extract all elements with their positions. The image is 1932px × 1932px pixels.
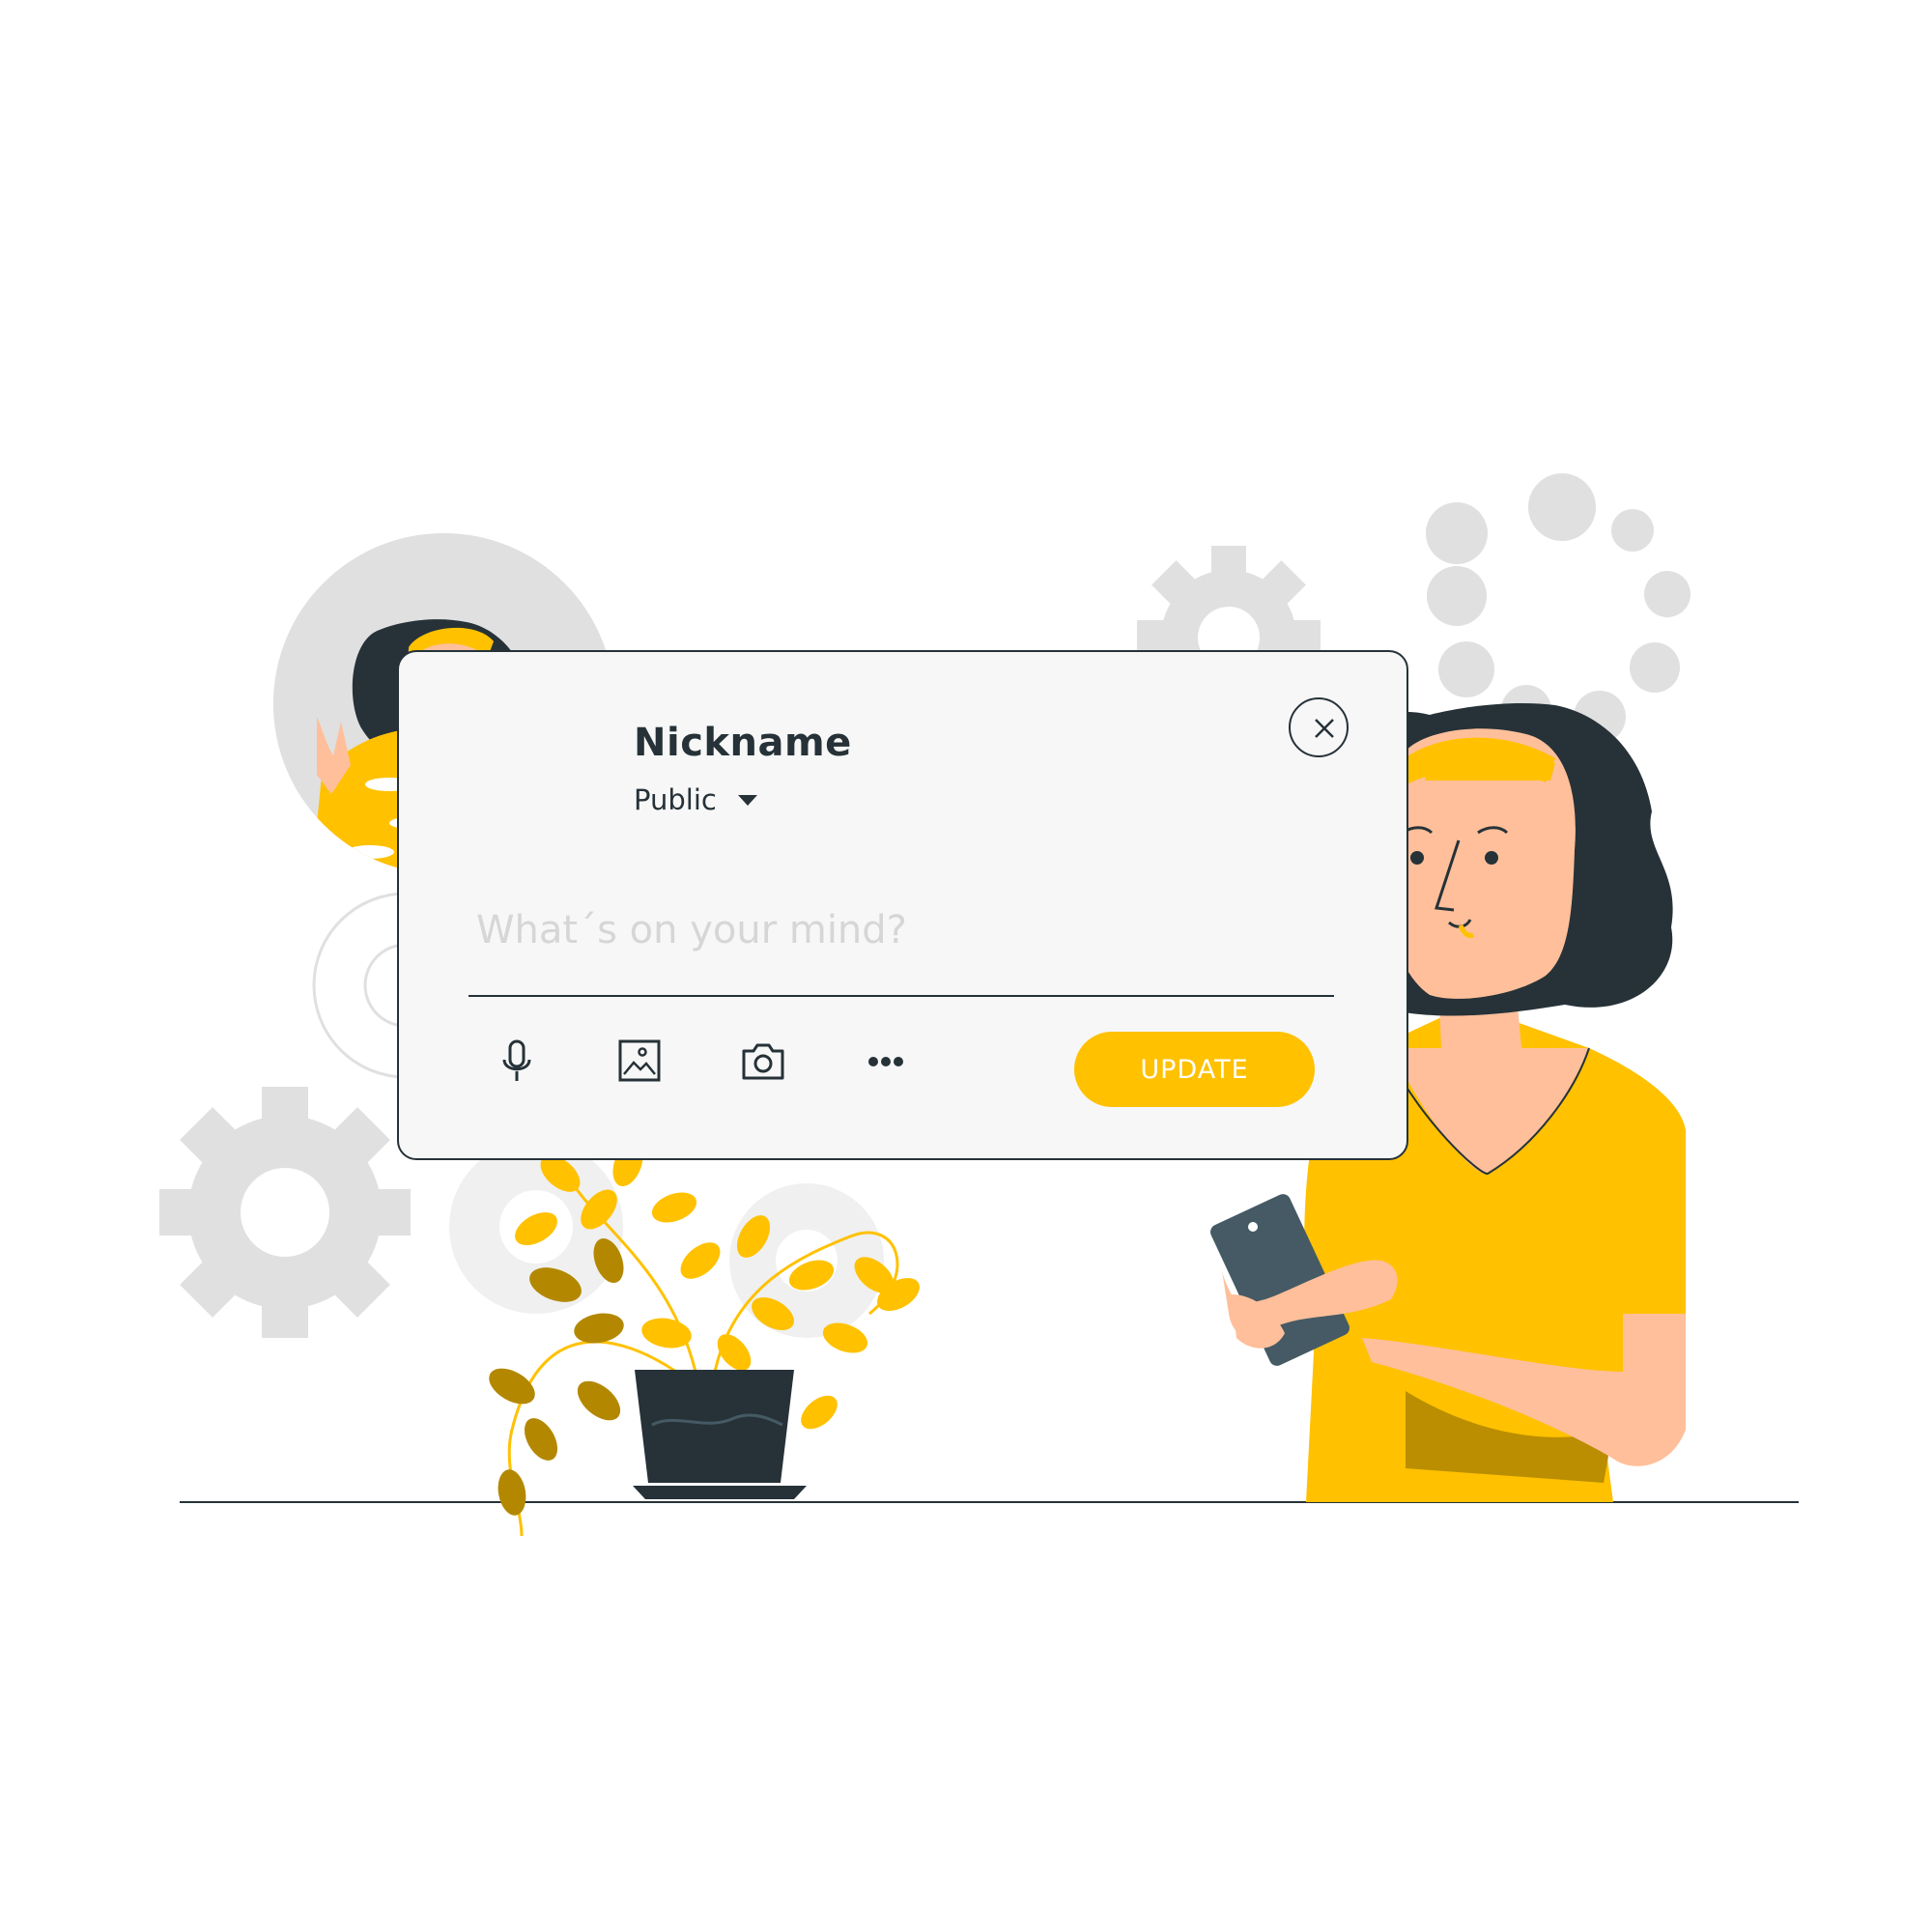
more-options-button[interactable] (857, 1032, 915, 1090)
gear-icon (159, 1087, 411, 1338)
microphone-icon (502, 1039, 531, 1081)
image-button[interactable] (611, 1032, 668, 1090)
privacy-label: Public (634, 783, 717, 816)
privacy-dropdown[interactable]: Public (634, 783, 757, 816)
camera-icon (742, 1043, 784, 1080)
caret-down-icon (737, 794, 757, 806)
image-icon (618, 1039, 661, 1082)
update-button[interactable]: UPDATE (1074, 1032, 1315, 1107)
close-button[interactable] (1289, 697, 1349, 757)
more-icon (868, 1057, 903, 1066)
status-input[interactable] (476, 901, 1284, 959)
close-icon (1315, 719, 1334, 738)
camera-button[interactable] (734, 1032, 792, 1090)
nickname: Nickname (634, 721, 852, 765)
post-composer-card: Nickname Public What´s on your mind? UPD… (397, 650, 1408, 1160)
input-underline (469, 995, 1334, 997)
loading-spinner-icon (1426, 473, 1690, 743)
microphone-button[interactable] (488, 1032, 546, 1090)
